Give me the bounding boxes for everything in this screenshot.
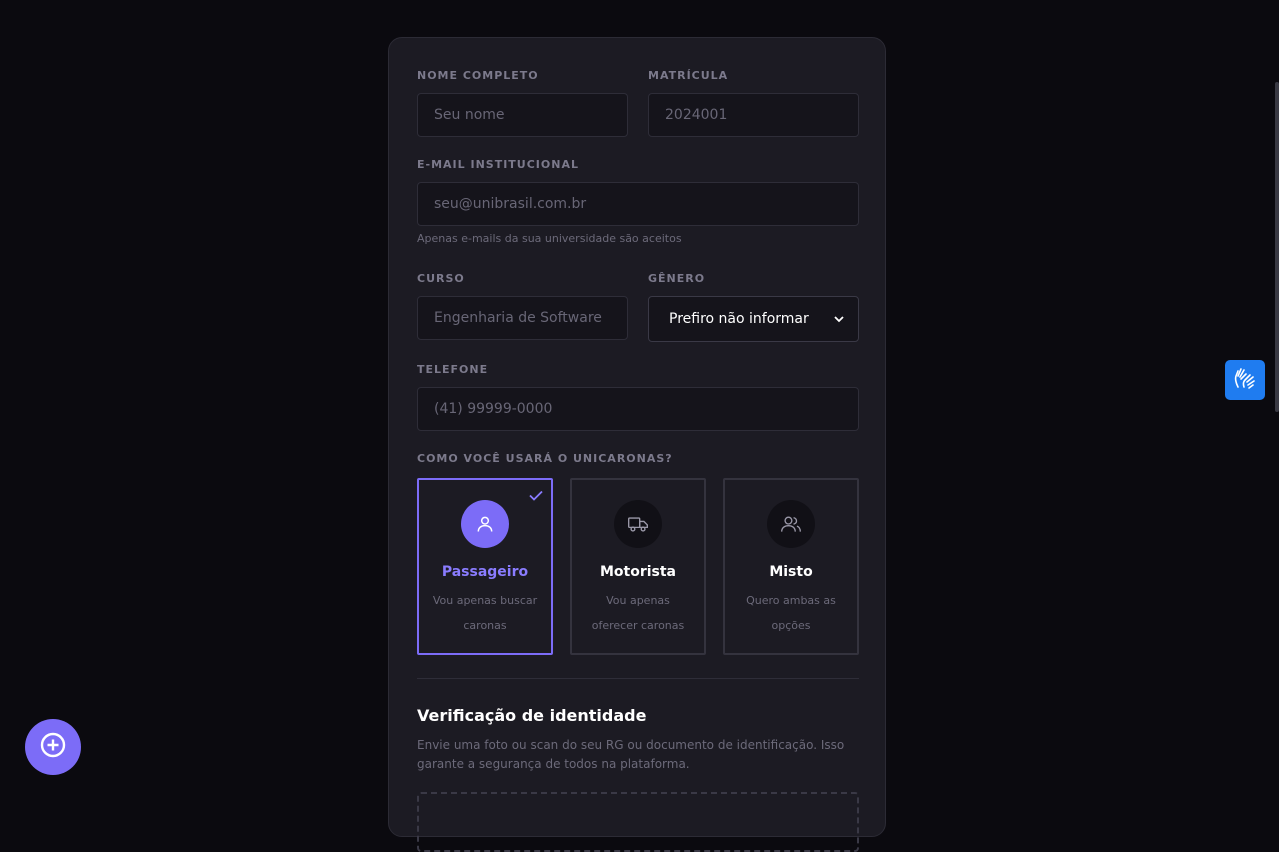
role-desc: Quero ambas as opções [746,594,836,632]
truck-icon [614,500,662,548]
gender-selected-value: Prefiro não informar [669,311,809,327]
document-upload-dropzone[interactable] [417,792,859,852]
accessibility-sign-language-button[interactable] [1225,360,1265,400]
add-button[interactable] [25,719,81,775]
page-scrollbar[interactable] [1274,0,1279,799]
identity-section-title: Verificação de identidade [417,706,647,725]
role-option-driver[interactable]: Motorista Vou apenas oferecer caronas [570,478,706,655]
course-input[interactable] [417,296,628,340]
sign-language-hands-icon [1232,365,1258,395]
user-icon [461,500,509,548]
name-input[interactable] [417,93,628,137]
plus-circle-icon [39,731,67,763]
section-divider [417,678,859,679]
email-input[interactable] [417,182,859,226]
name-label: NOME COMPLETO [417,69,539,82]
role-desc: Vou apenas buscar caronas [432,594,538,632]
gender-label: GÊNERO [648,272,706,285]
scrollbar-thumb[interactable] [1275,82,1279,412]
role-option-mixed[interactable]: Misto Quero ambas as opções [723,478,859,655]
users-icon [767,500,815,548]
registration-input[interactable] [648,93,859,137]
check-icon [529,486,543,505]
role-option-passenger[interactable]: Passageiro Vou apenas buscar caronas [417,478,553,655]
email-label: E-MAIL INSTITUCIONAL [417,158,579,171]
role-title: Misto [769,564,813,580]
registration-label: MATRÍCULA [648,69,729,82]
phone-input[interactable] [417,387,859,431]
role-title: Motorista [599,564,677,580]
signup-form-card: NOME COMPLETO MATRÍCULA E-MAIL INSTITUCI… [388,37,886,852]
chevron-down-icon [834,312,844,326]
identity-section-desc: Envie uma foto ou scan do seu RG ou docu… [417,738,845,771]
role-title: Passageiro [441,564,529,580]
email-hint: Apenas e-mails da sua universidade são a… [417,232,682,245]
course-label: CURSO [417,272,465,285]
usage-label: COMO VOCÊ USARÁ O UNICARONAS? [417,452,673,465]
phone-label: TELEFONE [417,363,489,376]
gender-select[interactable]: Prefiro não informar [648,296,859,342]
role-desc: Vou apenas oferecer caronas [591,594,685,632]
